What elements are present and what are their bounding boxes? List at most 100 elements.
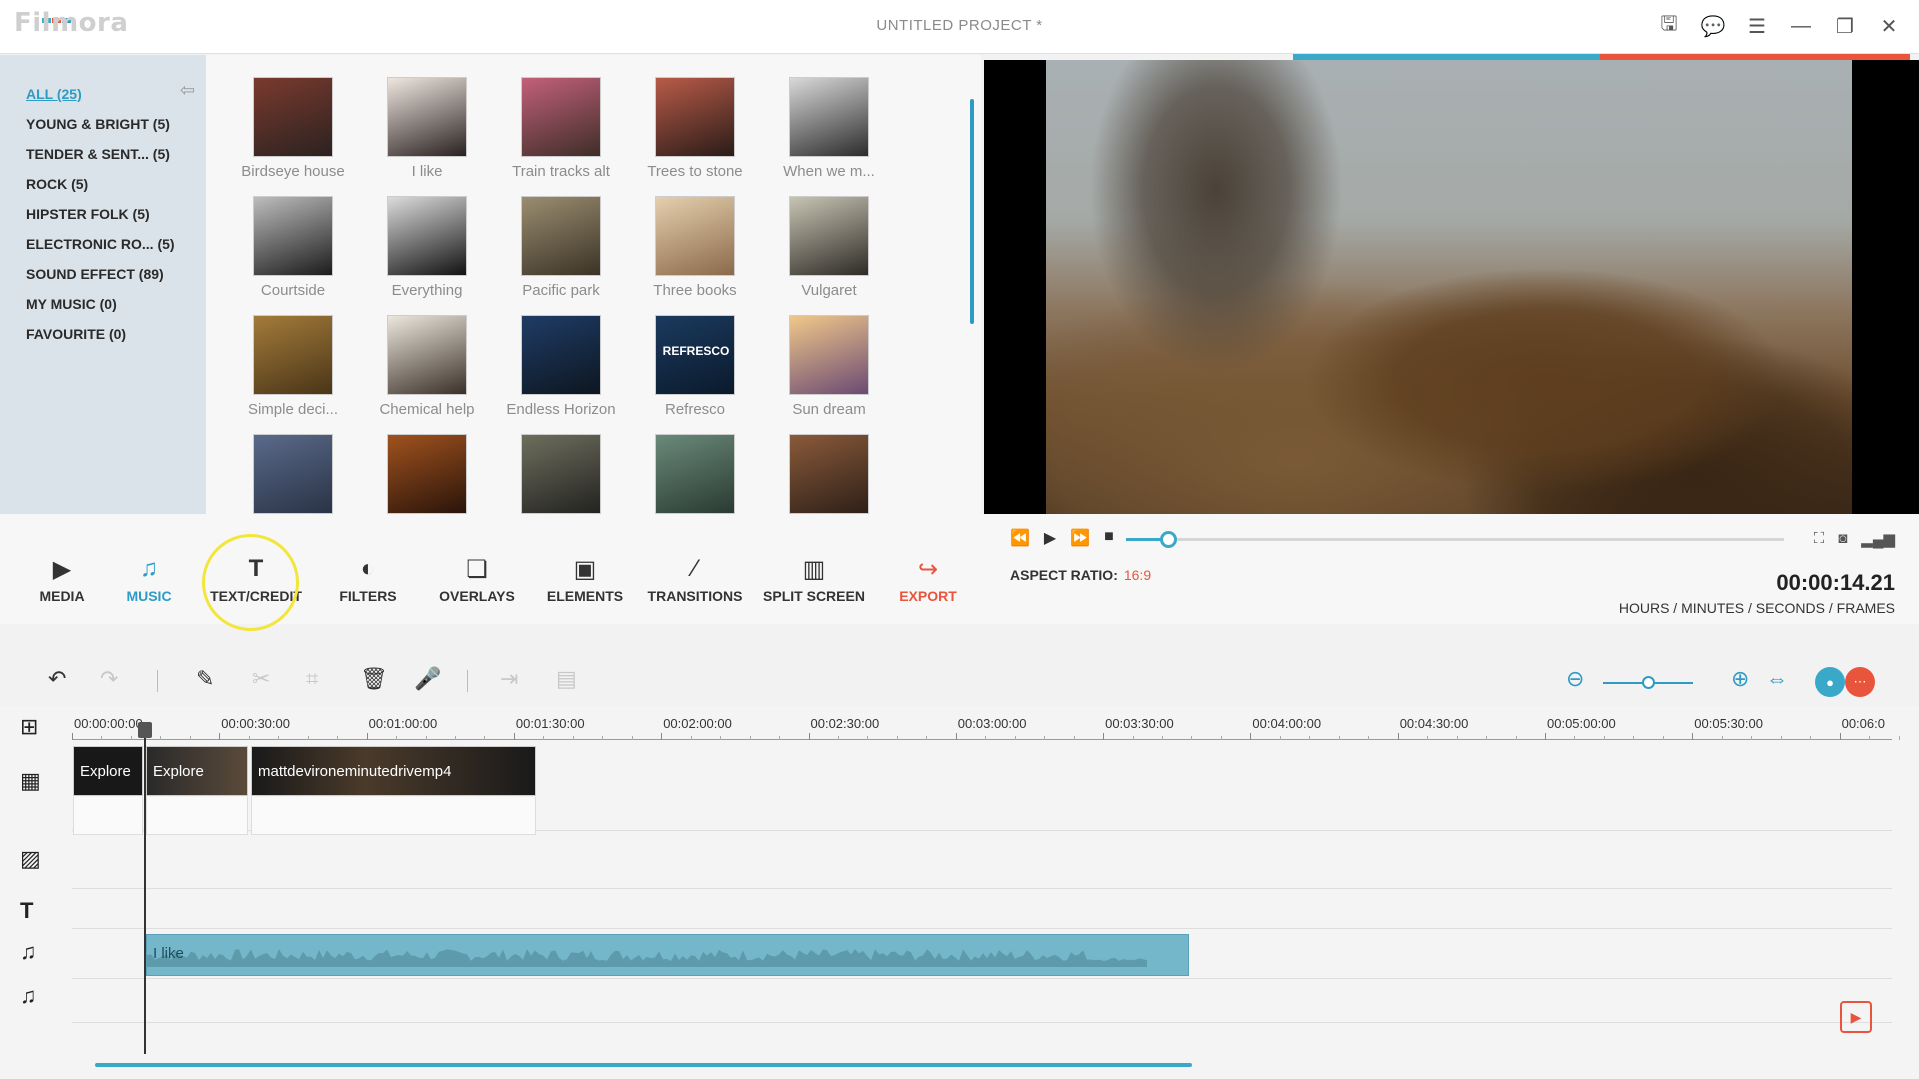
music-thumbnail[interactable] bbox=[789, 315, 869, 395]
music-item[interactable] bbox=[494, 434, 628, 514]
speed-icon[interactable]: ⇥ bbox=[500, 666, 518, 692]
category-item[interactable]: FAVOURITE (0) bbox=[0, 320, 206, 350]
video-clip[interactable]: Explore bbox=[73, 746, 143, 796]
category-item[interactable]: ELECTRONIC RO... (5) bbox=[0, 230, 206, 260]
audio-clip[interactable]: I like bbox=[146, 934, 1189, 976]
music-item[interactable]: I like bbox=[360, 77, 494, 180]
music-thumbnail[interactable] bbox=[789, 434, 869, 514]
fullscreen-icon[interactable]: ⛶ bbox=[1814, 530, 1825, 548]
play-icon[interactable]: ▶ bbox=[1044, 528, 1056, 548]
music-item[interactable]: Train tracks alt bbox=[494, 77, 628, 180]
playhead[interactable] bbox=[138, 722, 152, 1054]
volume-icon[interactable]: ▂▄▆ bbox=[1861, 530, 1895, 548]
music-track-2-icon[interactable]: ♫ bbox=[20, 983, 37, 1009]
music-thumbnail[interactable] bbox=[387, 315, 467, 395]
tool-music[interactable]: ♫ MUSIC bbox=[99, 554, 199, 604]
add-track-icon[interactable]: ⊞ bbox=[20, 714, 38, 740]
music-item[interactable]: Sun dream bbox=[762, 315, 896, 418]
fit-timeline-icon[interactable]: ⇔ bbox=[1766, 666, 1788, 692]
zoom-slider[interactable] bbox=[1603, 676, 1693, 689]
record-icon[interactable]: ● bbox=[1815, 667, 1845, 697]
restore-icon[interactable]: ❐ bbox=[1833, 14, 1857, 38]
music-thumbnail[interactable] bbox=[521, 315, 601, 395]
music-item[interactable]: Courtside bbox=[226, 196, 360, 299]
music-thumbnail[interactable] bbox=[789, 77, 869, 157]
music-thumbnail[interactable] bbox=[655, 434, 735, 514]
music-item[interactable]: Endless Horizon bbox=[494, 315, 628, 418]
crop-icon[interactable]: ⌗ bbox=[306, 666, 318, 692]
tool-filters[interactable]: ◐ FILTERS bbox=[318, 554, 418, 604]
music-thumbnail[interactable] bbox=[521, 196, 601, 276]
text-track-icon[interactable]: T bbox=[20, 898, 33, 924]
music-thumbnail[interactable] bbox=[521, 77, 601, 157]
music-item[interactable]: Simple deci... bbox=[226, 315, 360, 418]
more-options-icon[interactable]: ⋯ bbox=[1845, 667, 1875, 697]
music-thumbnail[interactable] bbox=[253, 77, 333, 157]
undo-icon[interactable]: ↶ bbox=[48, 666, 66, 692]
delete-icon[interactable]: 🗑 bbox=[360, 666, 388, 692]
music-thumbnail[interactable] bbox=[387, 434, 467, 514]
image-track-icon[interactable]: ▨ bbox=[20, 846, 41, 872]
menu-icon[interactable]: ☰ bbox=[1745, 14, 1769, 38]
category-item[interactable]: ALL (25) bbox=[0, 80, 206, 110]
redo-icon[interactable]: ↷ bbox=[100, 666, 118, 692]
video-track-icon[interactable]: ▦ bbox=[20, 768, 41, 794]
music-thumbnail[interactable] bbox=[521, 434, 601, 514]
music-item[interactable] bbox=[762, 434, 896, 514]
music-thumbnail[interactable] bbox=[655, 196, 735, 276]
render-preview-icon[interactable]: ▶ bbox=[1840, 1001, 1872, 1033]
music-item[interactable] bbox=[628, 434, 762, 514]
music-item[interactable]: When we m... bbox=[762, 77, 896, 180]
zoom-knob[interactable] bbox=[1642, 676, 1655, 689]
seek-knob[interactable] bbox=[1160, 531, 1178, 548]
minimize-icon[interactable]: — bbox=[1789, 14, 1813, 38]
library-scrollbar[interactable] bbox=[970, 99, 974, 324]
tool-overlays[interactable]: ❏ OVERLAYS bbox=[427, 554, 527, 605]
music-item[interactable]: Trees to stone bbox=[628, 77, 762, 180]
category-item[interactable]: SOUND EFFECT (89) bbox=[0, 260, 206, 290]
edit-pencil-icon[interactable]: ✎ bbox=[196, 666, 214, 692]
music-item[interactable]: Birdseye house bbox=[226, 77, 360, 180]
zoom-in-icon[interactable]: ⊕ bbox=[1731, 666, 1749, 692]
music-thumbnail[interactable] bbox=[655, 77, 735, 157]
time-ruler[interactable]: 00:00:00:00 00:00:30:00 00:01:00:00 00:01:3… bbox=[72, 706, 1900, 740]
tool-elements[interactable]: ▣ ELEMENTS bbox=[535, 554, 635, 605]
music-thumbnail[interactable] bbox=[387, 77, 467, 157]
zoom-out-icon[interactable]: ⊖ bbox=[1566, 666, 1584, 692]
timeline-scrollbar[interactable] bbox=[95, 1063, 1192, 1067]
music-item[interactable]: Chemical help bbox=[360, 315, 494, 418]
stop-icon[interactable]: ■ bbox=[1104, 528, 1114, 548]
playhead-handle[interactable] bbox=[138, 722, 152, 738]
tool-export[interactable]: ↪ EXPORT bbox=[878, 554, 978, 605]
music-item[interactable]: Everything bbox=[360, 196, 494, 299]
voiceover-icon[interactable]: 🎤 bbox=[414, 666, 441, 692]
seek-bar[interactable] bbox=[1126, 531, 1784, 548]
close-icon[interactable]: ✕ bbox=[1877, 14, 1901, 38]
rewind-icon[interactable]: ⏪ bbox=[1010, 528, 1030, 548]
music-item[interactable]: Pacific park bbox=[494, 196, 628, 299]
music-item[interactable]: REFRESCO Refresco bbox=[628, 315, 762, 418]
settings-icon[interactable]: ▤ bbox=[556, 666, 577, 692]
category-item[interactable]: TENDER & SENT... (5) bbox=[0, 140, 206, 170]
music-thumbnail[interactable]: REFRESCO bbox=[655, 315, 735, 395]
save-icon[interactable]: 🖫 bbox=[1657, 13, 1681, 38]
snapshot-icon[interactable]: ◙ bbox=[1838, 530, 1847, 548]
tool-text-credit[interactable]: T TEXT/CREDIT bbox=[206, 554, 306, 604]
tool-media[interactable]: ▶ MEDIA bbox=[12, 554, 112, 605]
category-item[interactable]: MY MUSIC (0) bbox=[0, 290, 206, 320]
chat-icon[interactable]: 💬 bbox=[1701, 14, 1726, 38]
music-item[interactable] bbox=[226, 434, 360, 514]
category-item[interactable]: ROCK (5) bbox=[0, 170, 206, 200]
collapse-arrow-icon[interactable]: ⇦ bbox=[180, 80, 195, 101]
split-icon[interactable]: ✂ bbox=[252, 666, 270, 692]
fast-forward-icon[interactable]: ⏩ bbox=[1070, 528, 1090, 548]
music-thumbnail[interactable] bbox=[253, 196, 333, 276]
category-item[interactable]: YOUNG & BRIGHT (5) bbox=[0, 110, 206, 140]
music-item[interactable]: Vulgaret bbox=[762, 196, 896, 299]
music-item[interactable]: Three books bbox=[628, 196, 762, 299]
aspect-ratio-value[interactable]: 16:9 bbox=[1124, 567, 1151, 583]
music-thumbnail[interactable] bbox=[387, 196, 467, 276]
tool-split-screen[interactable]: ▥ SPLIT SCREEN bbox=[763, 554, 865, 605]
video-clip[interactable]: Explore bbox=[146, 746, 248, 796]
video-clip[interactable]: mattdevironeminutedrivemp4 bbox=[251, 746, 536, 796]
